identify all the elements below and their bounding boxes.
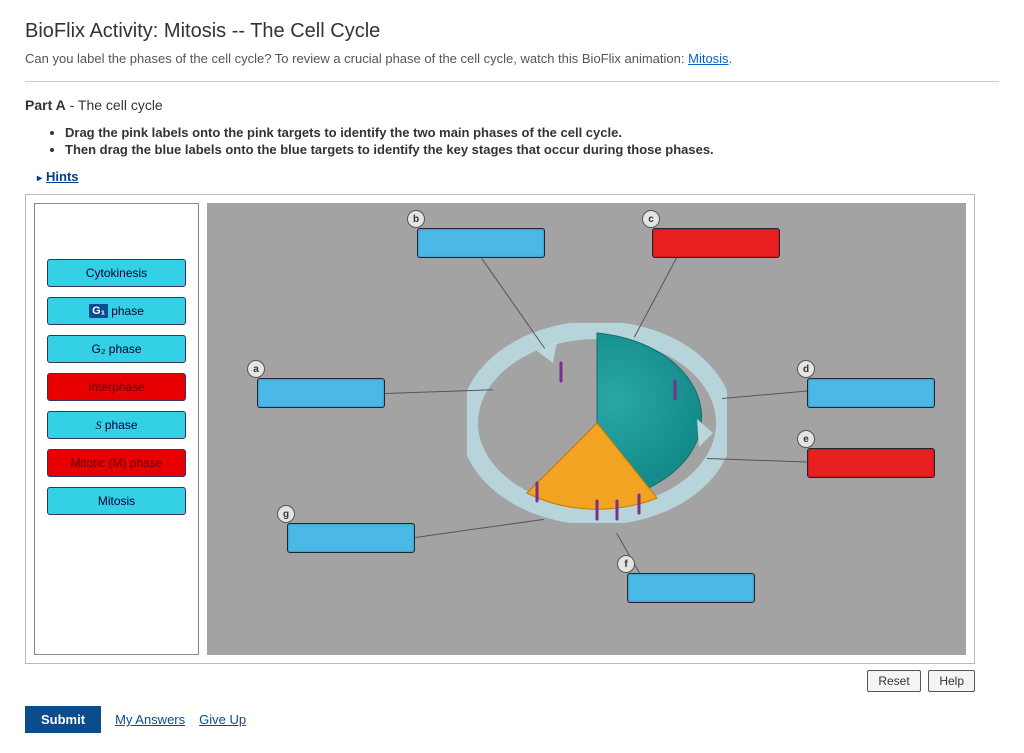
instruction-item: Drag the pink labels onto the pink targe…: [65, 125, 999, 140]
cell-cycle-diagram: [467, 323, 727, 523]
reset-button[interactable]: Reset: [867, 670, 920, 692]
diagram-canvas: a b c d e f g: [207, 203, 966, 655]
activity-frame: Cytokinesis G₁ phase G₂ phase Interphase…: [25, 194, 975, 664]
part-label: Part A - The cell cycle: [25, 97, 999, 113]
drag-label-mitotic-m-phase[interactable]: Mitotic (M) phase: [47, 449, 186, 477]
bottom-action-row: Submit My Answers Give Up: [25, 706, 999, 733]
submit-button[interactable]: Submit: [25, 706, 101, 733]
page-subtitle: Can you label the phases of the cell cyc…: [25, 51, 999, 66]
label-palette: Cytokinesis G₁ phase G₂ phase Interphase…: [34, 203, 199, 655]
drag-label-mitosis[interactable]: Mitosis: [47, 487, 186, 515]
drag-label-interphase[interactable]: Interphase: [47, 373, 186, 401]
instruction-item: Then drag the blue labels onto the blue …: [65, 142, 999, 157]
target-badge-e: e: [797, 430, 815, 448]
mitosis-link[interactable]: Mitosis: [688, 51, 728, 66]
help-button[interactable]: Help: [928, 670, 975, 692]
target-badge-g: g: [277, 505, 295, 523]
divider: [25, 81, 999, 82]
drop-target-g[interactable]: [287, 523, 415, 553]
target-badge-d: d: [797, 360, 815, 378]
target-badge-c: c: [642, 210, 660, 228]
page-title: BioFlix Activity: Mitosis -- The Cell Cy…: [25, 20, 999, 43]
drag-label-s-phase[interactable]: S phase: [47, 411, 186, 439]
frame-footer-buttons: Reset Help: [25, 670, 975, 692]
instructions-list: Drag the pink labels onto the pink targe…: [65, 125, 999, 157]
drop-target-f[interactable]: [627, 573, 755, 603]
my-answers-link[interactable]: My Answers: [115, 712, 185, 727]
drop-target-b[interactable]: [417, 228, 545, 258]
target-badge-f: f: [617, 555, 635, 573]
drop-target-d[interactable]: [807, 378, 935, 408]
give-up-link[interactable]: Give Up: [199, 712, 246, 727]
drop-target-a[interactable]: [257, 378, 385, 408]
target-badge-a: a: [247, 360, 265, 378]
drag-label-g1-phase[interactable]: G₁ phase: [47, 297, 186, 325]
drop-target-e[interactable]: [807, 448, 935, 478]
drag-label-cytokinesis[interactable]: Cytokinesis: [47, 259, 186, 287]
drop-target-c[interactable]: [652, 228, 780, 258]
hints-toggle[interactable]: Hints: [37, 169, 79, 184]
target-badge-b: b: [407, 210, 425, 228]
drag-label-g2-phase[interactable]: G₂ phase: [47, 335, 186, 363]
